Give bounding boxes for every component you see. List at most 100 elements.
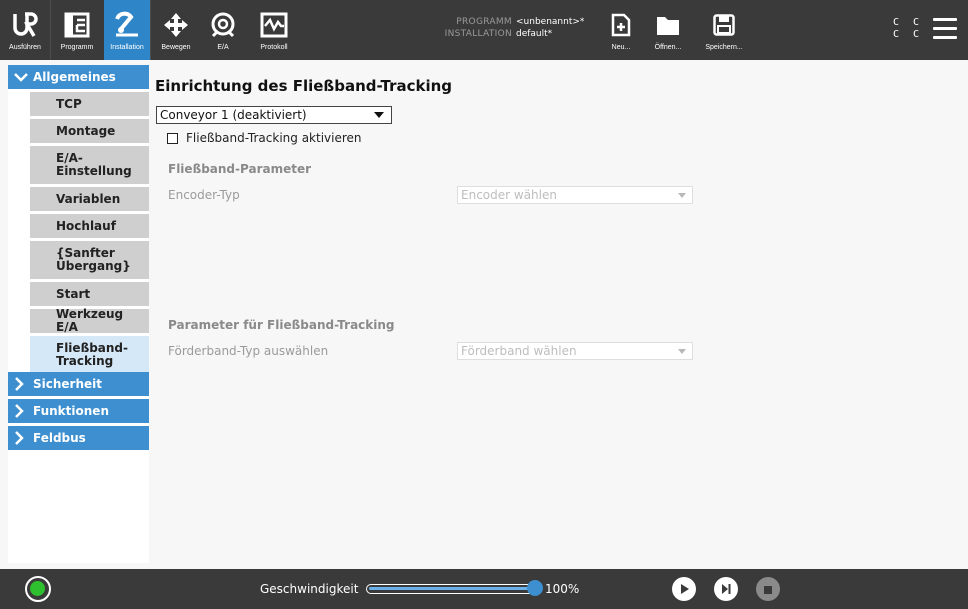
tool-io-label: E/A <box>217 44 229 51</box>
conveyor-type-placeholder: Förderband wählen <box>461 344 577 358</box>
play-button[interactable] <box>672 577 696 601</box>
sidebar-item-label: Variablen <box>56 191 121 206</box>
power-status-icon <box>30 581 45 596</box>
speed-label: Geschwindigkeit <box>260 582 359 596</box>
page-title: Einrichtung des Fließband-Tracking <box>155 77 453 95</box>
hamburger-menu-icon[interactable] <box>933 18 957 40</box>
tab-program-label: Programm <box>60 44 94 51</box>
main-panel: Einrichtung des Fließband-Tracking Conve… <box>153 65 968 563</box>
program-name: <unbenannt>* <box>516 17 585 27</box>
log-icon <box>260 8 288 42</box>
step-icon <box>720 580 732 599</box>
chevron-down-icon <box>14 72 28 82</box>
new-file-icon <box>611 8 631 42</box>
speed-slider-fill <box>369 587 533 590</box>
encoder-type-placeholder: Encoder wählen <box>461 188 557 202</box>
stop-icon <box>763 580 773 599</box>
conveyor-type-label: Förderband-Typ auswählen <box>168 344 329 358</box>
installation-key: INSTALLATION <box>444 29 512 39</box>
program-info: PROGRAMM <unbenannt>* INSTALLATION default… <box>432 16 585 40</box>
tab-installation[interactable]: Installation <box>104 0 150 60</box>
sidebar: Allgemeines TCP Montage E/A- Einstellung … <box>8 65 149 563</box>
sidebar-item-label: TCP <box>56 96 82 111</box>
dropdown-arrow-icon <box>374 112 384 118</box>
conveyor-params-heading: Fließband-Parameter <box>168 162 312 176</box>
tool-log-label: Protokoll <box>260 44 288 51</box>
sidebar-section-fieldbus[interactable]: Feldbus <box>8 426 149 450</box>
conveyor-select-value: Conveyor 1 (deaktiviert) <box>160 108 307 122</box>
encoder-type-select[interactable]: Encoder wählen <box>457 186 693 204</box>
sidebar-item-label: Werkzeug E/A <box>56 307 124 334</box>
speed-value: 100% <box>545 582 580 596</box>
sidebar-item-label: Montage <box>56 123 116 138</box>
folder-icon <box>656 8 680 42</box>
sidebar-item-label: Start <box>56 286 91 301</box>
tool-move-label: Bewegen <box>161 44 191 51</box>
program-key: PROGRAMM <box>456 17 512 27</box>
open-button[interactable]: Öffnen... <box>650 0 686 60</box>
sidebar-section-label: Sicherheit <box>33 377 102 391</box>
play-icon <box>678 580 690 599</box>
sidebar-section-label: Feldbus <box>33 431 86 445</box>
ur-logo-icon <box>11 8 39 42</box>
sidebar-item-mounting[interactable]: Montage <box>30 119 149 143</box>
speed-slider[interactable] <box>366 584 536 594</box>
chevron-right-icon <box>14 404 28 418</box>
sidebar-item-tool-io[interactable]: Werkzeug E/A <box>30 307 149 334</box>
top-bar: Ausführen Programm Installation Bewegen … <box>0 0 968 60</box>
dropdown-arrow-icon <box>678 193 686 198</box>
save-icon <box>713 8 735 42</box>
step-button[interactable] <box>714 577 738 601</box>
enable-tracking-row[interactable]: Fließband-Tracking aktivieren <box>167 131 362 145</box>
sidebar-item-io-setup[interactable]: E/A- Einstellung <box>30 146 149 184</box>
tab-run[interactable]: Ausführen <box>0 0 50 60</box>
sidebar-section-features[interactable]: Funktionen <box>8 399 149 423</box>
new-button-label: Neu... <box>611 44 631 51</box>
enable-tracking-label: Fließband-Tracking aktivieren <box>186 131 362 145</box>
tracking-params-heading: Parameter für Fließband-Tracking <box>168 318 395 332</box>
sidebar-item-startup[interactable]: Hochlauf <box>30 214 149 238</box>
open-button-label: Öffnen... <box>654 44 682 51</box>
sidebar-section-label: Allgemeines <box>33 70 116 84</box>
new-button[interactable]: Neu... <box>606 0 636 60</box>
program-tree-icon <box>63 8 91 42</box>
move-arrows-icon <box>162 8 190 42</box>
sidebar-item-variables[interactable]: Variablen <box>30 187 149 211</box>
tab-run-label: Ausführen <box>9 44 41 51</box>
cc-indicator: C C C C <box>893 17 923 41</box>
sidebar-section-general[interactable]: Allgemeines <box>8 65 149 89</box>
bottom-bar: Geschwindigkeit 100% <box>0 569 968 609</box>
encoder-type-label: Encoder-Typ <box>168 188 240 202</box>
sidebar-section-label: Funktionen <box>33 404 109 418</box>
power-status-button[interactable] <box>25 576 51 602</box>
sidebar-item-tcp[interactable]: TCP <box>30 92 149 116</box>
conveyor-select[interactable]: Conveyor 1 (deaktiviert) <box>156 106 392 124</box>
sidebar-item-label: Fließband- Tracking <box>56 341 128 368</box>
io-icon <box>208 8 238 42</box>
installation-name: default* <box>516 29 553 39</box>
sidebar-section-safety[interactable]: Sicherheit <box>8 372 149 396</box>
tool-log[interactable]: Protokoll <box>255 0 293 60</box>
tool-io[interactable]: E/A <box>206 0 240 60</box>
cc-line-1: C C <box>893 17 924 28</box>
tool-move[interactable]: Bewegen <box>159 0 193 60</box>
stop-button[interactable] <box>756 577 780 601</box>
sidebar-item-label: Hochlauf <box>56 218 116 233</box>
installation-icon <box>112 8 142 42</box>
sidebar-item-home[interactable]: Start <box>30 282 149 306</box>
sidebar-item-label: {Sanfter Übergang} <box>56 246 131 273</box>
dropdown-arrow-icon <box>678 349 686 354</box>
tab-installation-label: Installation <box>110 44 144 51</box>
sidebar-item-conveyor-tracking[interactable]: Fließband- Tracking <box>30 336 149 374</box>
enable-tracking-checkbox[interactable] <box>167 132 178 144</box>
save-button[interactable]: Speichern... <box>700 0 748 60</box>
speed-slider-handle[interactable] <box>527 580 543 596</box>
cc-line-2: C C <box>893 29 924 40</box>
chevron-right-icon <box>14 431 28 445</box>
conveyor-type-select[interactable]: Förderband wählen <box>457 342 693 360</box>
sidebar-item-label: E/A- Einstellung <box>56 151 132 178</box>
chevron-right-icon <box>14 377 28 391</box>
save-button-label: Speichern... <box>705 44 743 51</box>
tab-program[interactable]: Programm <box>51 0 103 60</box>
sidebar-item-smooth-transition[interactable]: {Sanfter Übergang} <box>30 241 149 279</box>
